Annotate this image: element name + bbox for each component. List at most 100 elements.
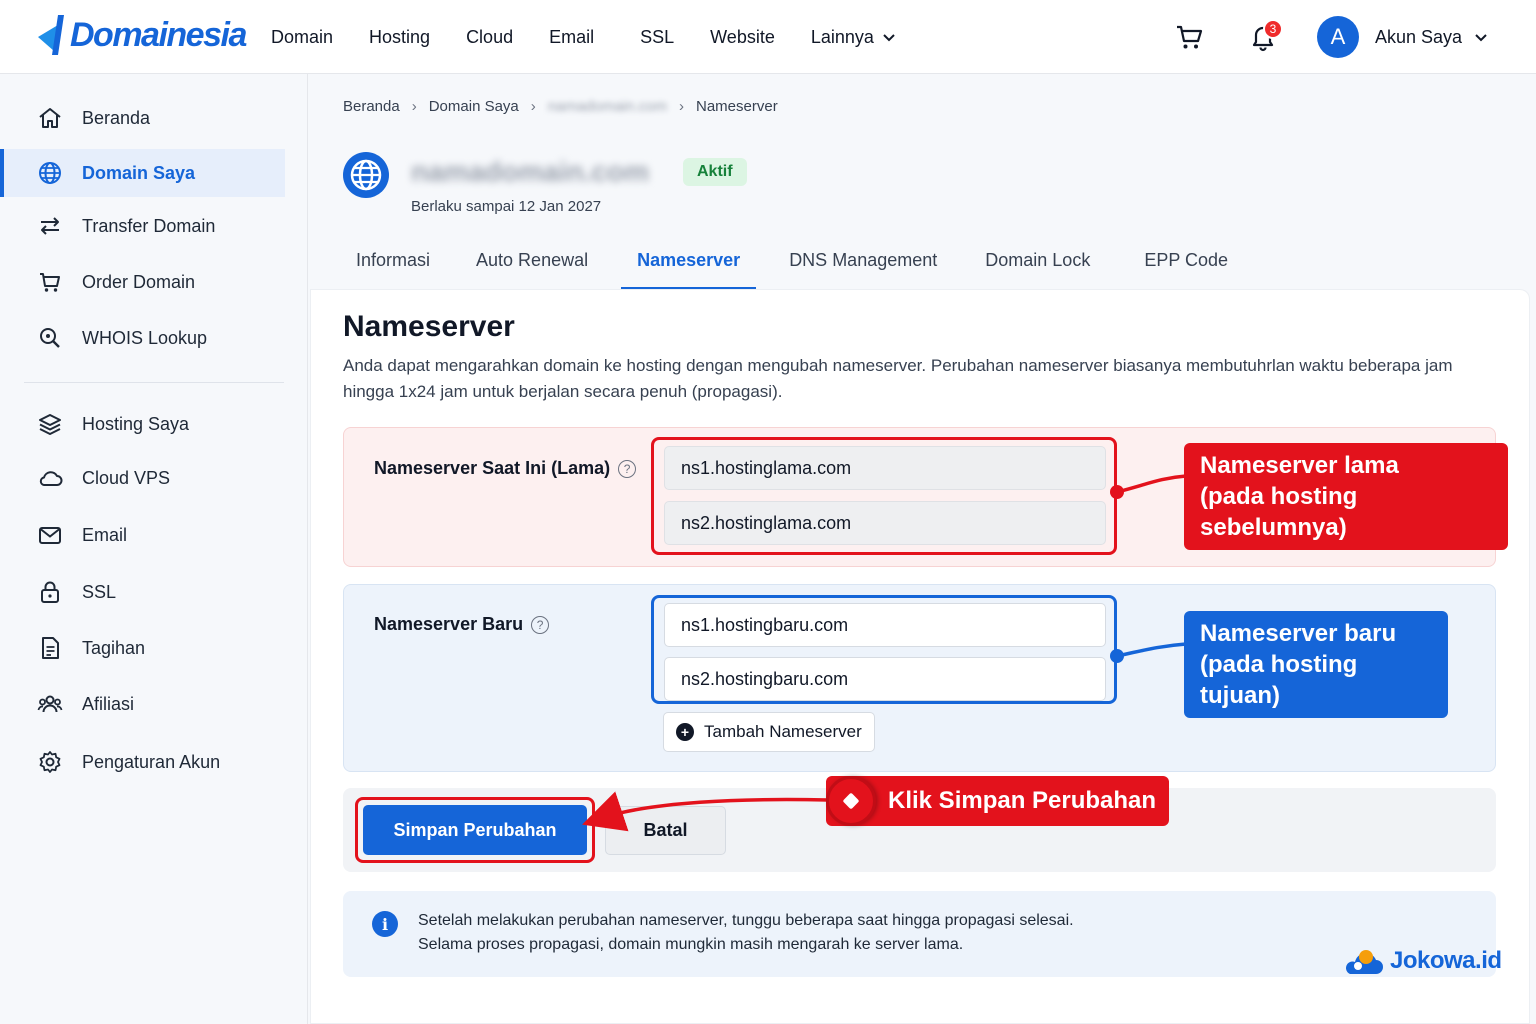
domainesia-logo[interactable]: Domainesia — [36, 10, 247, 60]
nav-ssl[interactable]: SSL — [640, 27, 674, 48]
info-line-1: Setelah melakukan perubahan nameserver, … — [418, 912, 1074, 929]
sidebar-item-label: Pengaturan Akun — [82, 751, 221, 772]
section-description: Anda dapat mengarahkan domain ke hosting… — [343, 356, 1453, 401]
chevron-down-icon — [883, 34, 895, 42]
sidebar-item-transfer-domain[interactable]: Transfer Domain — [0, 202, 285, 250]
breadcrumb: Beranda › Domain Saya › namadomain.com ›… — [343, 98, 778, 115]
sidebar-item-cloud-vps[interactable]: Cloud VPS — [0, 454, 285, 502]
domain-tabs: Informasi Auto Renewal Nameserver DNS Ma… — [343, 240, 1261, 290]
sidebar-item-email[interactable]: Email — [0, 511, 285, 559]
transfer-icon — [36, 212, 64, 240]
cancel-button[interactable]: Batal — [605, 806, 726, 855]
home-icon — [36, 104, 64, 132]
notification-button[interactable]: 3 — [1243, 17, 1283, 57]
sidebar-item-order-domain[interactable]: Order Domain — [0, 258, 285, 306]
sidebar-item-tagihan[interactable]: Tagihan — [0, 624, 285, 672]
info-icon: i — [372, 911, 398, 937]
search-icon — [36, 324, 64, 352]
sidebar-item-afiliasi[interactable]: Afiliasi — [0, 680, 285, 728]
account-chevron-down-icon[interactable] — [1474, 30, 1488, 44]
sidebar-item-label: Domain Saya — [82, 162, 196, 183]
old-nameserver-highlight — [651, 437, 1117, 555]
nav-cloud[interactable]: Cloud — [466, 27, 513, 48]
status-badge: Aktif — [683, 158, 747, 186]
breadcrumb-current: Nameserver — [696, 98, 778, 115]
sidebar: Beranda Domain Saya Transfer Domain Orde… — [0, 74, 308, 1024]
avatar[interactable]: A — [1316, 16, 1359, 58]
tab-domain-lock[interactable]: Domain Lock — [972, 240, 1103, 290]
jokowa-logo-icon — [1346, 950, 1383, 974]
sidebar-item-label: WHOIS Lookup — [82, 327, 208, 348]
click-pointer-icon — [826, 776, 876, 826]
nav-more[interactable]: Lainnya — [811, 27, 896, 48]
new-nameserver-label: Nameserver Baru ? — [374, 614, 550, 635]
section-title: Nameserver — [343, 310, 515, 343]
users-icon — [36, 690, 64, 718]
sidebar-item-label: Transfer Domain — [82, 215, 216, 236]
breadcrumb-beranda[interactable]: Beranda — [343, 98, 400, 115]
sidebar-item-domain-saya[interactable]: Domain Saya — [0, 149, 285, 197]
cart-button[interactable] — [1169, 17, 1209, 57]
sidebar-divider — [24, 382, 284, 383]
main-nav: Domain Hosting Cloud Email SSL Website L… — [271, 0, 932, 74]
sidebar-item-beranda[interactable]: Beranda — [0, 94, 285, 142]
new-callout-line1: Nameserver baru — [1200, 620, 1397, 647]
sidebar-item-whois-lookup[interactable]: WHOIS Lookup — [0, 314, 285, 362]
jokowa-watermark: Jokowa.id — [1342, 944, 1502, 978]
new-nameserver-callout: Nameserver baru (pada hosting tujuan) — [1184, 611, 1448, 718]
cloud-icon — [36, 464, 64, 492]
plus-circle-icon: + — [676, 723, 694, 741]
cart-icon — [1176, 25, 1203, 49]
nav-website[interactable]: Website — [710, 27, 775, 48]
tab-epp-code[interactable]: EPP Code — [1131, 240, 1241, 290]
cart-icon — [36, 268, 64, 296]
account-menu-label[interactable]: Akun Saya — [1375, 27, 1462, 48]
breadcrumb-chevron-icon: › — [530, 98, 536, 115]
add-nameserver-label: Tambah Nameserver — [704, 722, 862, 741]
nav-hosting[interactable]: Hosting — [369, 27, 430, 48]
nav-email[interactable]: Email — [549, 27, 594, 48]
breadcrumb-domain-name[interactable]: namadomain.com — [548, 98, 667, 115]
sidebar-item-hosting-saya[interactable]: Hosting Saya — [0, 400, 285, 448]
add-nameserver-button[interactable]: + Tambah Nameserver — [663, 712, 875, 752]
breadcrumb-chevron-icon: › — [679, 98, 684, 115]
lock-icon — [36, 578, 64, 606]
top-right-controls: 3 A Akun Saya — [1169, 0, 1488, 74]
sidebar-item-ssl[interactable]: SSL — [0, 568, 285, 616]
help-icon[interactable]: ? — [531, 615, 550, 634]
help-icon[interactable]: ? — [618, 459, 637, 478]
click-save-callout: Klik Simpan Perubahan — [826, 776, 1169, 826]
tab-dns-management[interactable]: DNS Management — [776, 240, 950, 290]
save-button[interactable]: Simpan Perubahan — [363, 805, 587, 855]
new-callout-line2: (pada hosting tujuan) — [1200, 651, 1358, 709]
sidebar-item-label: Afiliasi — [82, 693, 135, 714]
sidebar-item-label: Email — [82, 524, 128, 545]
watermark-text: Jokowa.id — [1390, 947, 1502, 974]
old-callout-line2: (pada hosting sebelumnya) — [1200, 483, 1358, 541]
tab-informasi[interactable]: Informasi — [343, 240, 443, 290]
click-save-callout-text: Klik Simpan Perubahan — [888, 787, 1157, 814]
sidebar-item-label: Cloud VPS — [82, 467, 171, 488]
sidebar-item-pengaturan-akun[interactable]: Pengaturan Akun — [0, 738, 285, 786]
invoice-icon — [36, 634, 64, 662]
sidebar-item-label: Tagihan — [82, 637, 146, 658]
domain-name: namadomain.com — [411, 156, 650, 187]
sidebar-item-label: Beranda — [82, 107, 151, 128]
new-nameserver-label-text: Nameserver Baru — [374, 614, 524, 634]
sidebar-item-label: SSL — [82, 581, 117, 602]
breadcrumb-domain-saya[interactable]: Domain Saya — [429, 98, 519, 115]
globe-icon — [36, 159, 64, 187]
expiry-date: Berlaku sampai 12 Jan 2027 — [411, 198, 602, 215]
logo-mark-icon — [38, 15, 64, 55]
nav-more-label: Lainnya — [810, 26, 874, 47]
tab-auto-renewal[interactable]: Auto Renewal — [463, 240, 601, 290]
nav-domain[interactable]: Domain — [271, 27, 333, 48]
mail-icon — [36, 521, 64, 549]
new-nameserver-highlight — [651, 595, 1117, 704]
old-nameserver-label-text: Nameserver Saat Ini (Lama) — [374, 458, 611, 478]
gear-icon — [36, 748, 64, 776]
old-nameserver-label: Nameserver Saat Ini (Lama) ? — [374, 458, 637, 479]
tab-nameserver[interactable]: Nameserver — [621, 240, 757, 290]
globe-icon — [343, 152, 389, 198]
layers-icon — [36, 410, 64, 438]
